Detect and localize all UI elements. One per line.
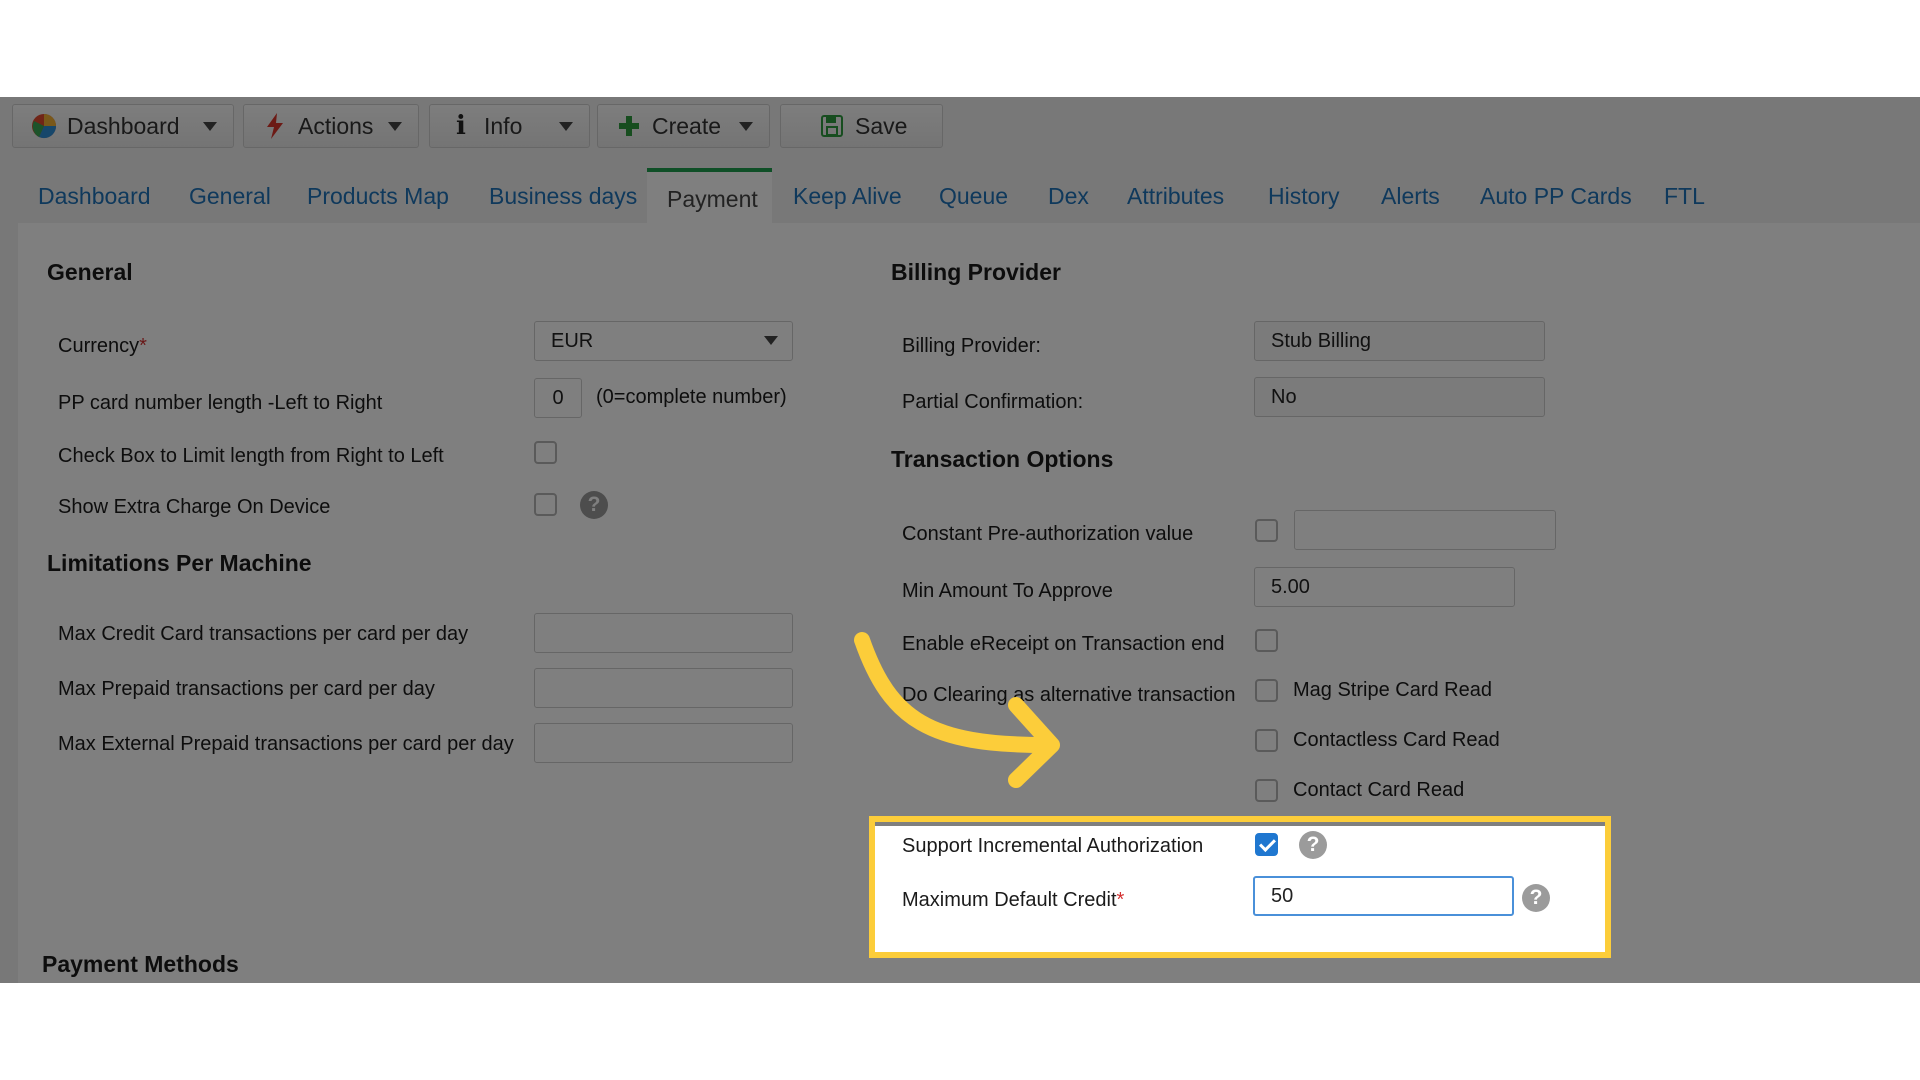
yellow-arrow-annotation (854, 632, 1060, 788)
